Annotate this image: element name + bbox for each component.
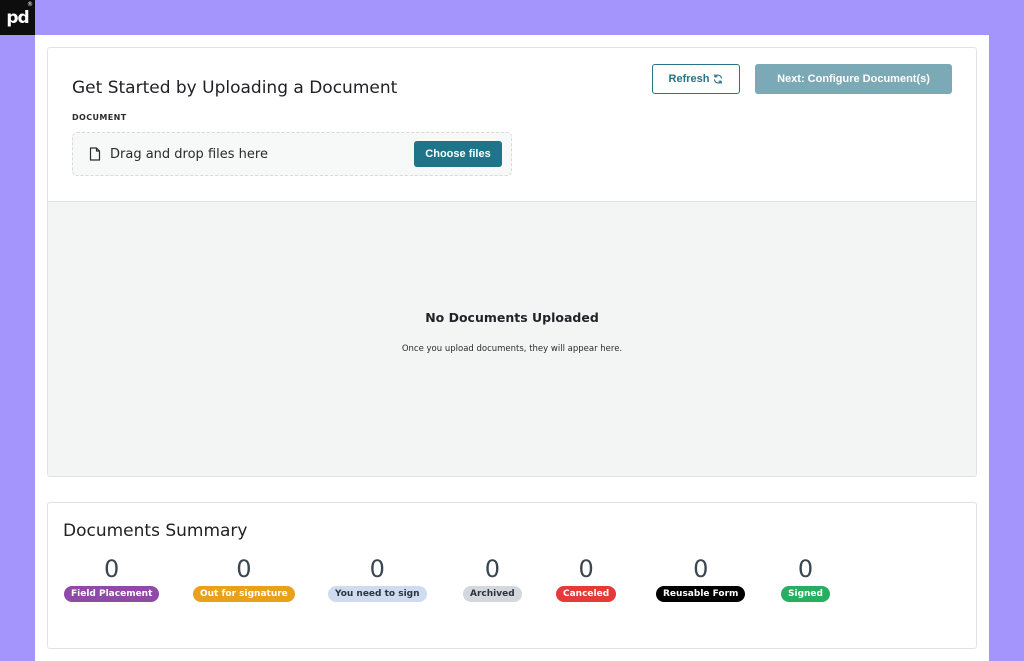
stat-archived[interactable]: 0 Archived <box>463 555 522 602</box>
documents-summary-card: Documents Summary 0 Field Placement 0 Ou… <box>47 502 977 649</box>
stat-signed[interactable]: 0 Signed <box>781 555 830 602</box>
stat-field-placement[interactable]: 0 Field Placement <box>64 555 160 602</box>
file-dropzone[interactable]: Drag and drop files here Choose files <box>72 132 512 176</box>
document-label: DOCUMENT <box>72 113 127 122</box>
next-configure-button[interactable]: Next: Configure Document(s) <box>755 64 952 94</box>
file-icon <box>89 147 101 161</box>
stat-you-need-to-sign[interactable]: 0 You need to sign <box>328 555 427 602</box>
stat-value: 0 <box>693 555 709 583</box>
upload-card: Get Started by Uploading a Document Refr… <box>47 47 977 477</box>
main-canvas: Get Started by Uploading a Document Refr… <box>35 35 989 661</box>
stat-out-for-signature[interactable]: 0 Out for signature <box>193 555 295 602</box>
summary-title: Documents Summary <box>63 521 248 541</box>
empty-state-subtitle: Once you upload documents, they will app… <box>401 344 623 354</box>
documents-empty-state: No Documents Uploaded Once you upload do… <box>48 201 976 476</box>
refresh-icon <box>714 74 723 84</box>
refresh-button[interactable]: Refresh <box>652 64 740 94</box>
status-badge: Canceled <box>556 586 617 602</box>
stat-value: 0 <box>236 555 252 583</box>
stat-value: 0 <box>578 555 594 583</box>
status-badge: Reusable Form <box>656 586 746 602</box>
upload-title: Get Started by Uploading a Document <box>72 78 398 98</box>
status-badge: Out for signature <box>193 586 295 602</box>
status-badge: Field Placement <box>64 586 160 602</box>
choose-files-button[interactable]: Choose files <box>414 141 502 167</box>
stat-reusable-form[interactable]: 0 Reusable Form <box>656 555 746 602</box>
stat-value: 0 <box>369 555 385 583</box>
registered-mark: ® <box>27 1 33 8</box>
refresh-label: Refresh <box>668 73 710 85</box>
pandadoc-logo: pd ® <box>0 0 35 35</box>
empty-state-title: No Documents Uploaded <box>425 310 599 325</box>
status-badge: Signed <box>781 586 830 602</box>
stat-canceled[interactable]: 0 Canceled <box>556 555 617 602</box>
stat-value: 0 <box>484 555 500 583</box>
status-badge: You need to sign <box>328 586 427 602</box>
stat-value: 0 <box>797 555 814 583</box>
status-badge: Archived <box>463 586 522 602</box>
logo-mark: pd <box>6 7 29 28</box>
stat-value: 0 <box>104 555 120 583</box>
dropzone-text: Drag and drop files here <box>110 147 268 162</box>
